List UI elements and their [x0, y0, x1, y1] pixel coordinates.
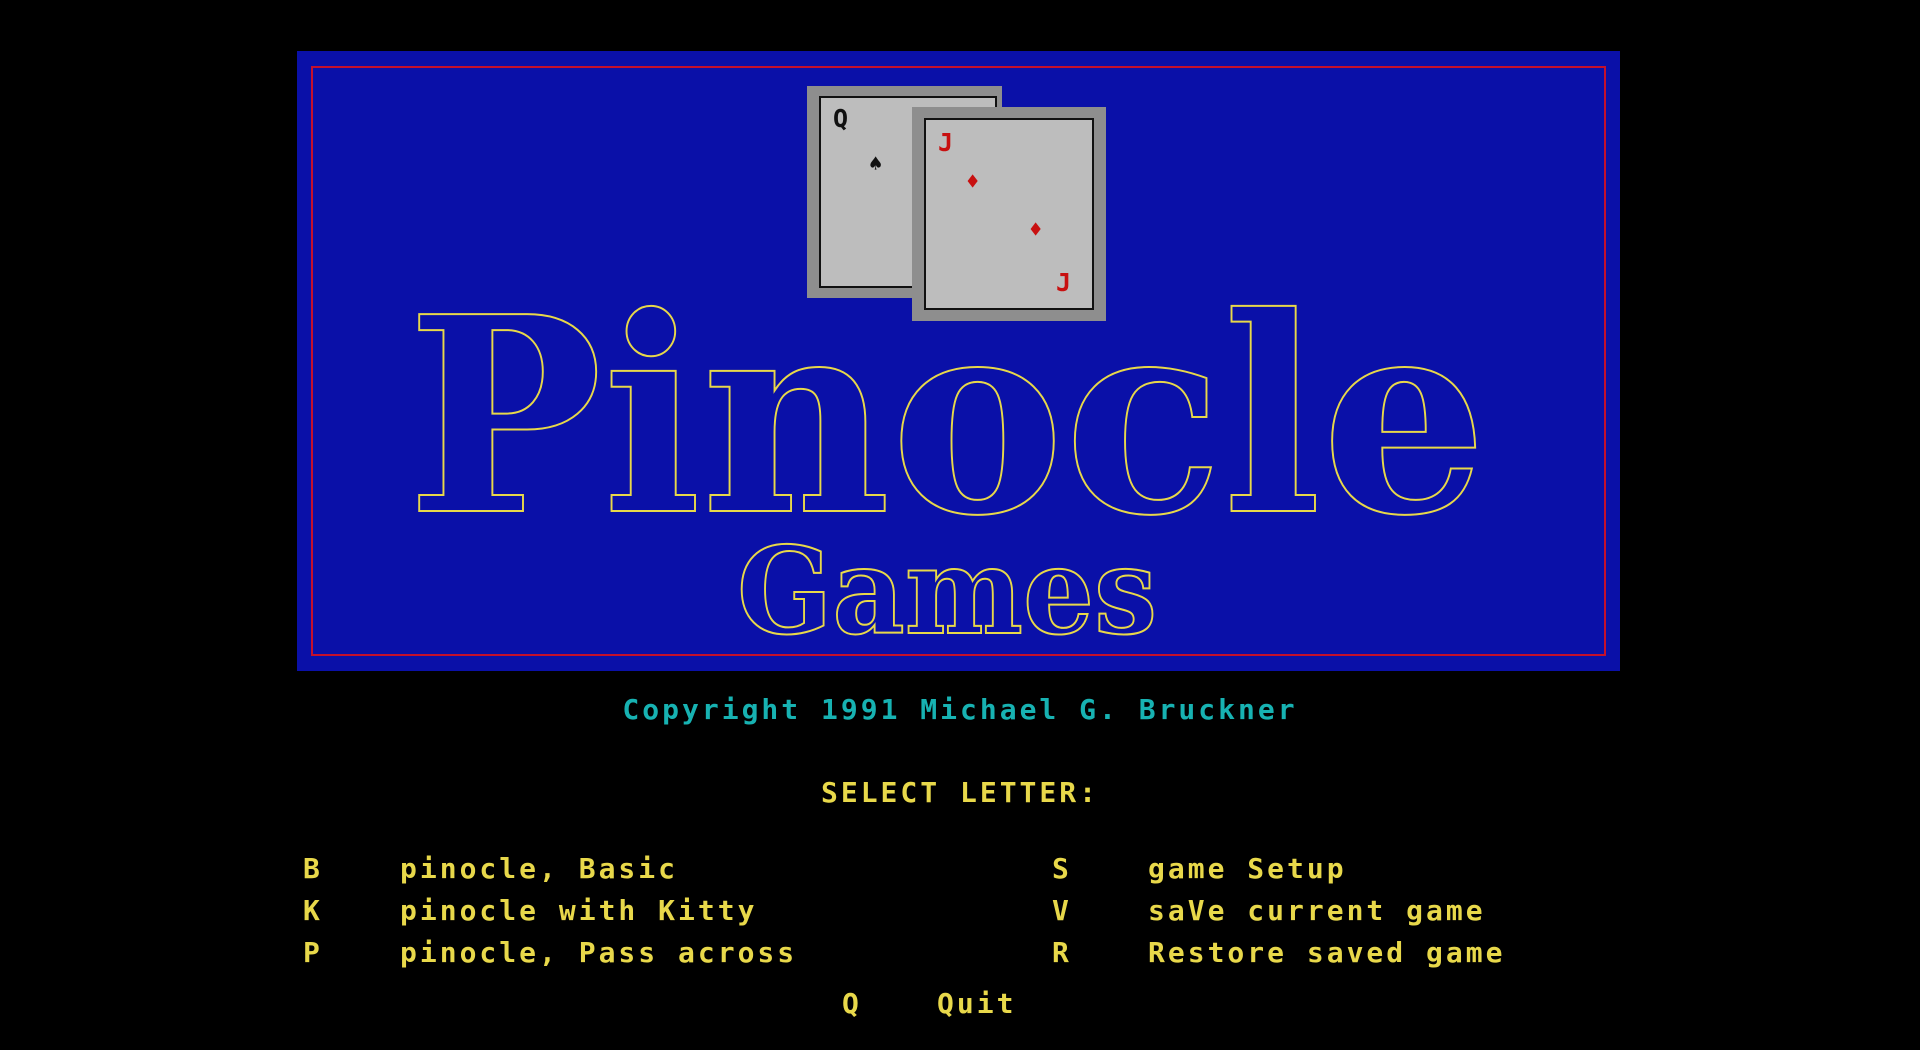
menu-label: game Setup	[1148, 852, 1347, 885]
menu-key: Q	[842, 987, 861, 1020]
menu-key: P	[303, 936, 322, 969]
menu-label: pinocle, Basic	[400, 852, 679, 885]
logo-subtitle: Games	[737, 521, 1157, 662]
menu-label: Restore saved game	[1148, 936, 1506, 969]
menu-label: pinocle, Pass across	[400, 936, 798, 969]
menu-label: pinocle with Kitty	[400, 894, 758, 927]
title-banner: Q ♠ J ♦ ♦ J Pinocle Games	[297, 51, 1620, 671]
menu-key: K	[303, 894, 322, 927]
copyright-notice: Copyright 1991 Michael G. Bruckner	[622, 693, 1298, 726]
menu-label: saVe current game	[1148, 894, 1486, 927]
select-letter-prompt: SELECT LETTER:	[820, 776, 1099, 809]
menu-label: Quit	[937, 987, 1017, 1020]
menu-key: V	[1052, 894, 1071, 927]
pinocle-games-logo: Pinocle Games	[406, 256, 1488, 663]
menu-key: B	[303, 852, 322, 885]
menu-key: R	[1052, 936, 1071, 969]
menu-key: S	[1052, 852, 1071, 885]
